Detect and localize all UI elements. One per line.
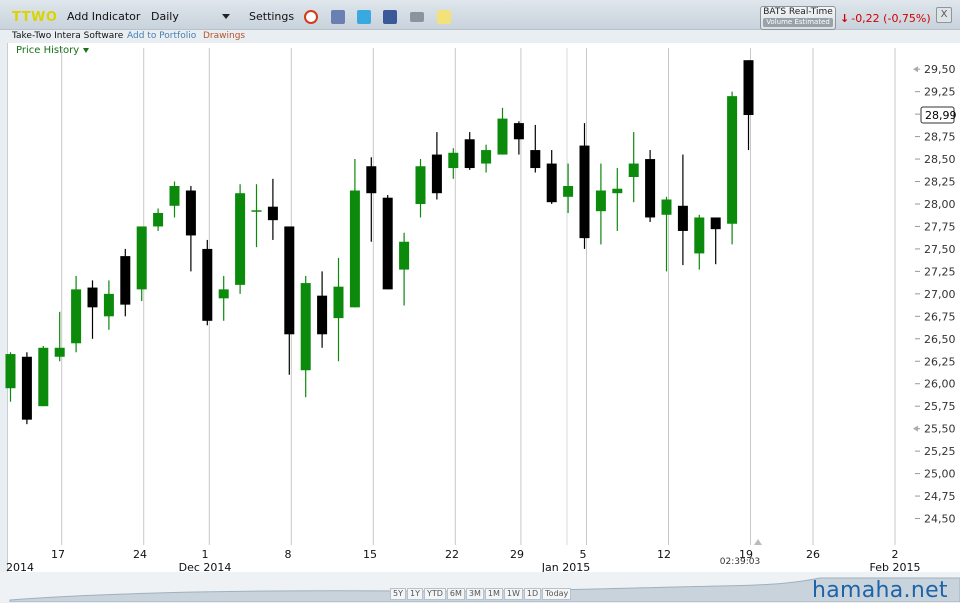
range-button-5[interactable]: 1M: [484, 588, 503, 600]
candle-body: [481, 150, 492, 164]
candle-body: [349, 190, 360, 308]
y-tick-label: 27,50: [924, 243, 956, 256]
candle-body: [169, 186, 180, 206]
y-tick-label: 28,00: [924, 198, 956, 211]
candle-body: [677, 205, 688, 231]
candle-body: [464, 139, 475, 169]
x-day-label: 2: [892, 548, 899, 561]
x-day-label: 1: [202, 548, 209, 561]
candle-body: [399, 241, 410, 270]
x-day-label: 5: [580, 548, 587, 561]
candle-body: [267, 206, 278, 221]
candle-body: [5, 354, 16, 389]
candle-body: [103, 293, 114, 317]
range-button-7[interactable]: 1D: [523, 588, 542, 600]
range-button-0[interactable]: 5Y: [390, 588, 406, 600]
candle-body: [743, 60, 754, 116]
y-tick-label: 24,50: [924, 513, 956, 526]
y-tick-label: 29,25: [924, 86, 956, 99]
y-tick-label: 26,75: [924, 310, 956, 323]
candle-body: [251, 210, 262, 212]
candle-body: [185, 190, 196, 236]
candle-body: [218, 289, 229, 299]
candle-body: [431, 154, 442, 194]
candle-body: [661, 199, 672, 215]
candle-body: [136, 226, 147, 290]
candle-body: [546, 163, 557, 203]
time-label: 02:39:03: [720, 557, 760, 567]
watermark: hamaha.net: [812, 578, 948, 603]
candle-body: [497, 118, 508, 155]
x-day-label: 8: [285, 548, 292, 561]
x-day-label: 22: [445, 548, 459, 561]
candle-body: [448, 152, 459, 169]
candle-body: [153, 212, 164, 227]
y-tick-label: 27,25: [924, 265, 956, 278]
range-selector: 5Y 1Y YTD 6M 3M 1M 1W 1D Today: [390, 588, 572, 600]
candle-body: [727, 96, 738, 224]
candle-body: [579, 145, 590, 239]
range-button-1[interactable]: 1Y: [406, 588, 423, 600]
candle-body: [563, 186, 574, 197]
candle-body: [530, 150, 541, 169]
candle-body: [202, 248, 213, 321]
candle-body: [513, 123, 524, 140]
x-day-label: 15: [363, 548, 377, 561]
last-price-label: 28,99: [925, 109, 957, 122]
y-tick-label: 25,25: [924, 445, 956, 458]
x-day-label: 24: [133, 548, 147, 561]
y-tick-label: 27,75: [924, 220, 956, 233]
axis-marker: [913, 66, 918, 73]
candle-body: [317, 295, 328, 335]
candle-body: [120, 256, 131, 305]
y-tick-label: 28,50: [924, 153, 956, 166]
y-tick-label: 25,00: [924, 468, 956, 481]
candle-body: [710, 217, 721, 230]
candle-body: [21, 356, 32, 420]
range-button-6[interactable]: 1W: [503, 588, 523, 600]
axis-marker: [913, 425, 918, 432]
y-tick-label: 25,75: [924, 400, 956, 413]
y-tick-label: 28,75: [924, 131, 956, 144]
candle-body: [694, 217, 705, 254]
y-tick-label: 27,00: [924, 288, 956, 301]
y-tick-label: 29,50: [924, 63, 956, 76]
range-button-3[interactable]: 6M: [446, 588, 465, 600]
y-tick-label: 26,50: [924, 333, 956, 346]
y-tick-label: 26,25: [924, 355, 956, 368]
range-button-8[interactable]: Today: [542, 588, 572, 600]
x-day-label: 26: [806, 548, 820, 561]
x-day-label: 17: [51, 548, 65, 561]
candle-body: [71, 289, 82, 344]
candle-body: [38, 347, 49, 407]
candle-body: [300, 283, 311, 371]
price-chart: 29,5029,2529,0028,7528,5028,2528,0027,75…: [5, 48, 957, 574]
y-tick-label: 28,25: [924, 176, 956, 189]
candle-body: [235, 193, 246, 285]
x-day-label: 29: [510, 548, 524, 561]
candle-body: [54, 347, 65, 357]
candle-body: [628, 163, 639, 178]
candle-body: [415, 166, 426, 204]
candle-body: [87, 287, 98, 308]
y-tick-label: 25,50: [924, 423, 956, 436]
y-tick-label: 24,75: [924, 490, 956, 503]
candle-body: [366, 166, 377, 194]
current-time-marker: [754, 539, 762, 545]
candle-body: [645, 159, 656, 218]
x-day-label: 12: [657, 548, 671, 561]
range-button-2[interactable]: YTD: [423, 588, 446, 600]
candle-body: [612, 188, 623, 194]
candle-body: [333, 286, 344, 319]
y-tick-label: 26,00: [924, 378, 956, 391]
candle-body: [284, 226, 295, 335]
candle-body: [595, 190, 606, 212]
candle-body: [382, 197, 393, 290]
range-button-4[interactable]: 3M: [465, 588, 484, 600]
